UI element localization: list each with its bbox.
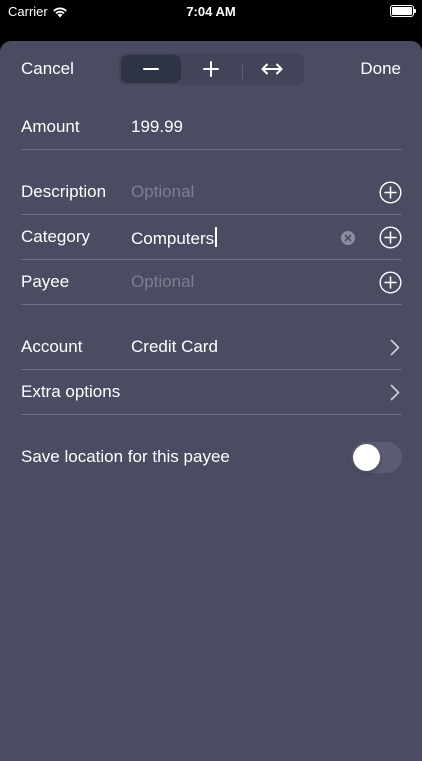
extra-options-label: Extra options bbox=[21, 382, 121, 401]
account-row[interactable]: Account Credit Card bbox=[21, 325, 402, 370]
plus-icon bbox=[203, 61, 220, 77]
segment-income[interactable] bbox=[181, 55, 243, 83]
amount-row[interactable]: Amount 199.99 bbox=[21, 105, 402, 150]
clear-text-icon[interactable] bbox=[341, 231, 355, 245]
status-bar: Carrier 7:04 AM bbox=[0, 0, 422, 24]
nav-bar: Cancel Done bbox=[0, 41, 422, 99]
category-field[interactable]: Computers bbox=[131, 227, 218, 249]
description-row[interactable]: Description Optional bbox=[21, 170, 402, 215]
category-label: Category bbox=[21, 227, 90, 246]
transaction-type-segmented-control bbox=[119, 53, 304, 85]
account-label: Account bbox=[21, 337, 83, 356]
chevron-right-icon bbox=[390, 339, 400, 356]
category-row[interactable]: Category Computers bbox=[21, 215, 402, 260]
text-cursor bbox=[215, 227, 218, 247]
separator bbox=[21, 304, 402, 305]
separator bbox=[21, 149, 402, 150]
category-value: Computers bbox=[131, 229, 215, 248]
cancel-button[interactable]: Cancel bbox=[21, 59, 74, 79]
add-category-plus-icon[interactable] bbox=[379, 226, 402, 249]
chevron-right-icon bbox=[390, 384, 400, 401]
minus-icon bbox=[143, 68, 160, 70]
transaction-sheet: Cancel Done Amount 199.99 Description Op… bbox=[0, 41, 422, 761]
separator bbox=[21, 414, 402, 415]
account-value: Credit Card bbox=[131, 337, 218, 356]
segment-transfer[interactable] bbox=[242, 55, 302, 83]
status-time: 7:04 AM bbox=[186, 4, 236, 19]
save-location-toggle[interactable] bbox=[351, 442, 402, 473]
description-field[interactable]: Optional bbox=[131, 182, 194, 202]
extra-options-row[interactable]: Extra options bbox=[21, 370, 402, 415]
payee-row[interactable]: Payee Optional bbox=[21, 260, 402, 305]
amount-label: Amount bbox=[21, 117, 80, 136]
save-location-label: Save location for this payee bbox=[21, 447, 230, 466]
add-payee-plus-icon[interactable] bbox=[379, 271, 402, 294]
save-location-row: Save location for this payee bbox=[21, 435, 402, 480]
toggle-knob bbox=[353, 444, 380, 471]
transfer-arrows-icon bbox=[261, 63, 283, 75]
battery-icon bbox=[390, 5, 416, 17]
amount-field[interactable]: 199.99 bbox=[131, 117, 183, 137]
add-description-plus-icon[interactable] bbox=[379, 181, 402, 204]
description-label: Description bbox=[21, 182, 107, 201]
payee-label: Payee bbox=[21, 272, 70, 291]
segment-expense[interactable] bbox=[121, 55, 182, 83]
done-button[interactable]: Done bbox=[360, 59, 401, 79]
payee-field[interactable]: Optional bbox=[131, 272, 194, 292]
